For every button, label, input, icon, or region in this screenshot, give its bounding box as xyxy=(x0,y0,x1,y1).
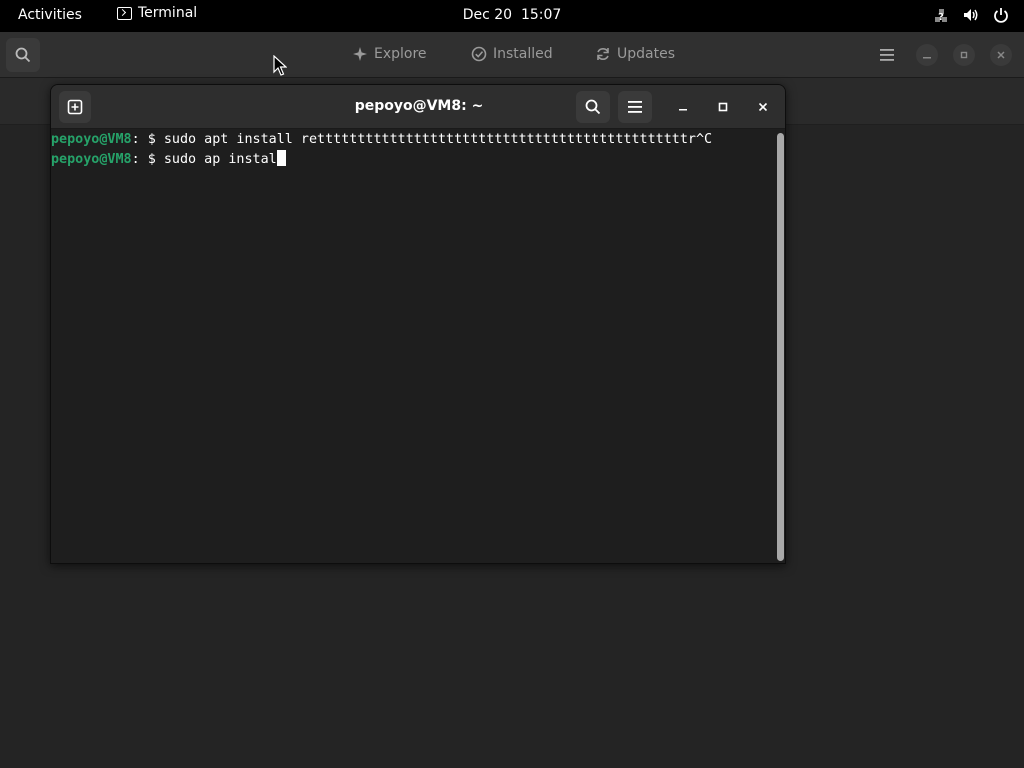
tab-updates[interactable]: Updates xyxy=(595,46,675,62)
mouse-pointer-icon xyxy=(273,55,287,76)
search-icon xyxy=(585,99,601,115)
terminal-window[interactable]: pepoyo@VM8: ~ pepoyo@VM8: $ sudo apt ins… xyxy=(50,84,786,564)
scrollbar-thumb[interactable] xyxy=(777,133,784,561)
check-icon xyxy=(471,46,487,62)
software-menu-button[interactable] xyxy=(876,44,898,66)
search-icon xyxy=(15,47,31,63)
system-tray[interactable]: ? xyxy=(932,6,1010,24)
command-text: sudo apt install rettttttttttttttttttttt… xyxy=(163,132,713,147)
svg-text:?: ? xyxy=(938,12,944,23)
tab-explore[interactable]: Explore xyxy=(352,46,427,62)
hamburger-menu-icon xyxy=(628,101,642,113)
explore-icon xyxy=(353,47,367,61)
maximize-icon xyxy=(960,51,968,59)
minimize-icon xyxy=(679,109,687,111)
close-icon xyxy=(997,51,1005,59)
terminal-line[interactable]: pepoyo@VM8: $ sudo ap instal xyxy=(51,149,775,170)
prompt-separator: : $ xyxy=(131,132,164,147)
network-icon: ? xyxy=(935,9,947,23)
top-bar: Activities Terminal Dec 20 15:07 ? xyxy=(0,0,1024,32)
hamburger-menu-icon xyxy=(880,49,894,61)
command-input[interactable]: sudo ap instal xyxy=(164,152,277,167)
terminal-line: pepoyo@VM8: $ sudo apt install rettttttt… xyxy=(51,131,775,150)
software-search-button[interactable] xyxy=(6,38,40,72)
tab-installed[interactable]: Installed xyxy=(471,46,553,62)
minimize-icon xyxy=(923,57,931,59)
software-minimize-button[interactable] xyxy=(916,44,938,66)
software-close-button[interactable] xyxy=(990,44,1012,66)
terminal-output[interactable]: pepoyo@VM8: $ sudo apt install rettttttt… xyxy=(51,129,775,563)
maximize-icon xyxy=(718,102,728,112)
software-header-bar: Explore Installed Updates xyxy=(0,32,1024,78)
terminal-scrollbar[interactable] xyxy=(775,131,785,563)
prompt-separator: : $ xyxy=(131,151,164,167)
software-maximize-button[interactable] xyxy=(953,44,975,66)
power-icon xyxy=(994,8,1008,23)
terminal-search-button[interactable] xyxy=(576,91,610,123)
clock-label: Dec 20 15:07 xyxy=(462,7,562,23)
terminal-header-bar[interactable]: pepoyo@VM8: ~ xyxy=(51,85,785,129)
terminal-menu-button[interactable] xyxy=(618,91,652,123)
prompt-user-host: pepoyo@VM8 xyxy=(51,132,132,147)
tab-updates-label: Updates xyxy=(617,46,675,62)
close-icon xyxy=(758,102,768,112)
text-cursor xyxy=(276,149,286,166)
prompt-user-host: pepoyo@VM8 xyxy=(51,151,132,167)
volume-icon xyxy=(964,9,978,21)
refresh-icon xyxy=(597,48,609,60)
tab-explore-label: Explore xyxy=(374,46,427,62)
maximize-button[interactable] xyxy=(711,95,735,119)
close-button[interactable] xyxy=(751,95,775,119)
clock[interactable]: Dec 20 15:07 xyxy=(0,7,1024,23)
tab-installed-label: Installed xyxy=(493,46,553,62)
minimize-button[interactable] xyxy=(671,95,695,119)
